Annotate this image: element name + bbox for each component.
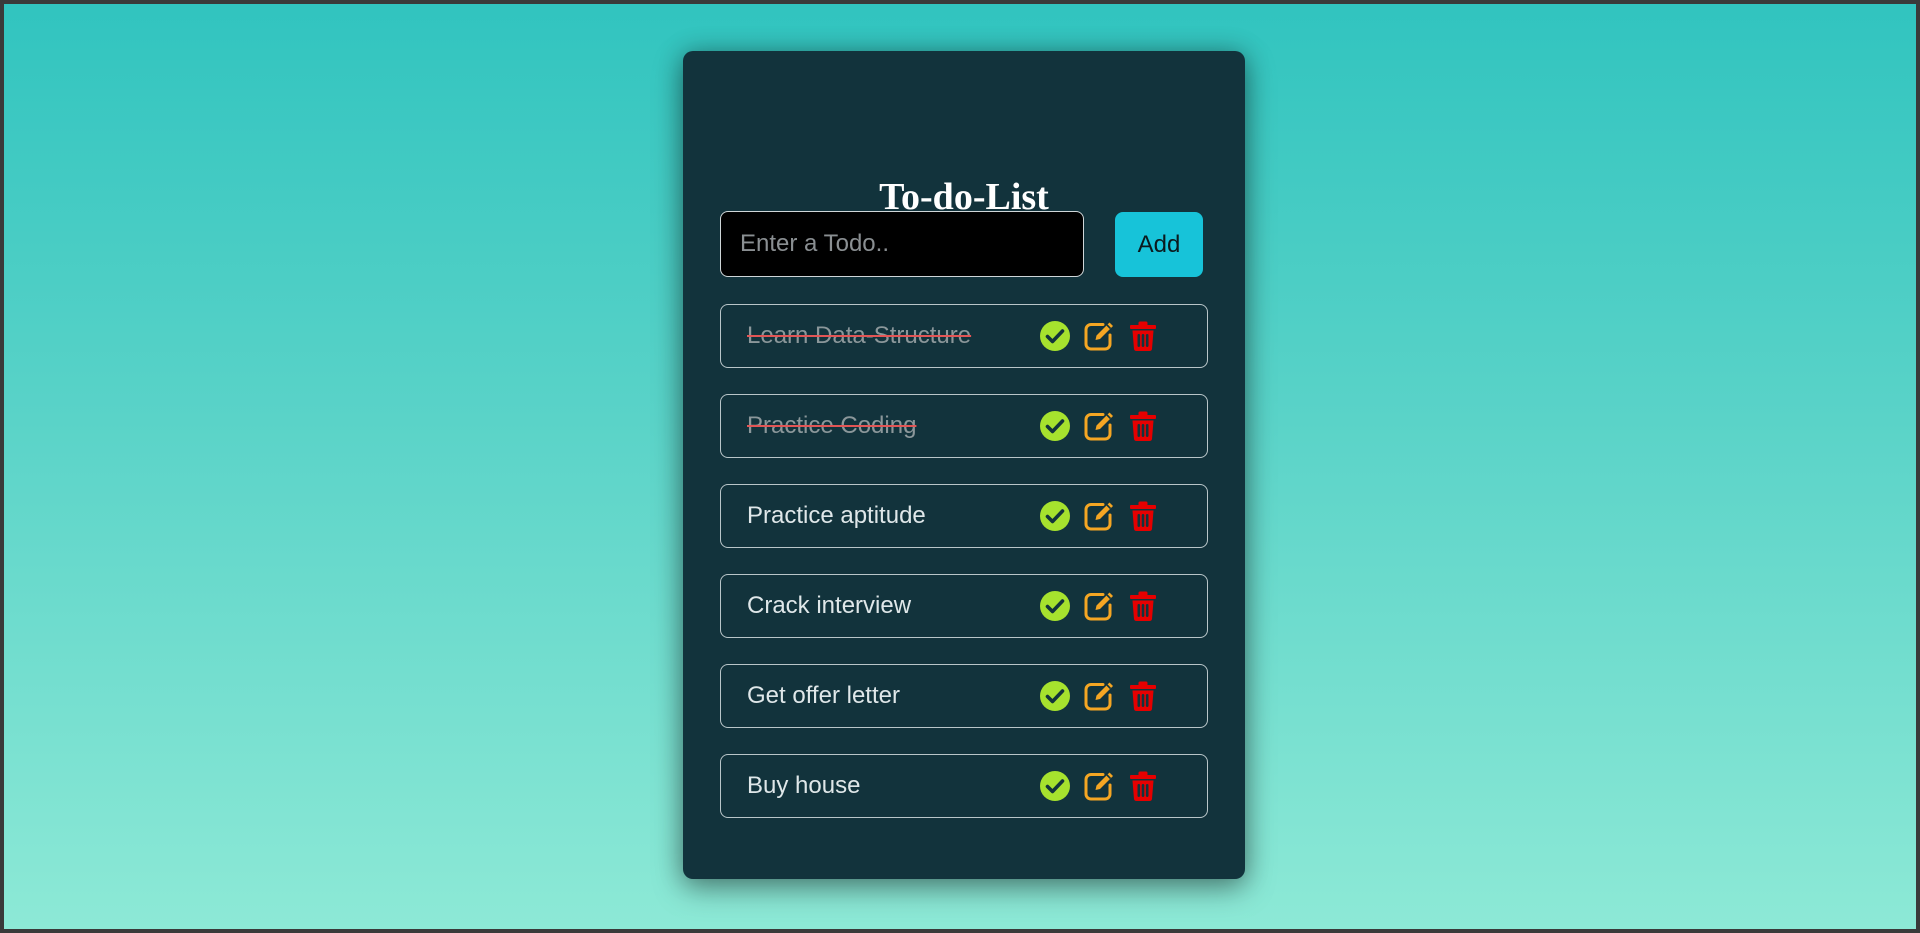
edit-icon[interactable] (1083, 320, 1115, 352)
edit-icon[interactable] (1083, 680, 1115, 712)
todo-text[interactable]: Practice Coding (747, 395, 916, 457)
todo-item: Crack interview (720, 574, 1208, 638)
edit-icon[interactable] (1083, 590, 1115, 622)
trash-icon[interactable] (1127, 680, 1159, 712)
todo-item: Get offer letter (720, 664, 1208, 728)
trash-icon[interactable] (1127, 410, 1159, 442)
edit-icon[interactable] (1083, 500, 1115, 532)
check-circle-icon[interactable] (1039, 320, 1071, 352)
todo-text[interactable]: Crack interview (747, 575, 911, 637)
todo-actions (1039, 590, 1159, 622)
trash-icon[interactable] (1127, 590, 1159, 622)
trash-icon[interactable] (1127, 770, 1159, 802)
todo-actions (1039, 680, 1159, 712)
add-button[interactable]: Add (1115, 212, 1203, 277)
edit-icon[interactable] (1083, 770, 1115, 802)
trash-icon[interactable] (1127, 320, 1159, 352)
todo-text[interactable]: Buy house (747, 755, 860, 817)
page-background: To-do-List Add Learn Data-Structure (0, 0, 1920, 933)
edit-icon[interactable] (1083, 410, 1115, 442)
todo-text[interactable]: Get offer letter (747, 665, 900, 727)
todo-text[interactable]: Learn Data-Structure (747, 305, 971, 367)
todo-item: Buy house (720, 754, 1208, 818)
check-circle-icon[interactable] (1039, 410, 1071, 442)
todo-item: Practice Coding (720, 394, 1208, 458)
todo-list: Learn Data-Structure Practice Coding Pra… (720, 304, 1208, 844)
todo-item: Learn Data-Structure (720, 304, 1208, 368)
check-circle-icon[interactable] (1039, 500, 1071, 532)
todo-text[interactable]: Practice aptitude (747, 485, 926, 547)
check-circle-icon[interactable] (1039, 590, 1071, 622)
todo-item: Practice aptitude (720, 484, 1208, 548)
todo-input[interactable] (720, 211, 1084, 277)
trash-icon[interactable] (1127, 500, 1159, 532)
todo-actions (1039, 320, 1159, 352)
todo-actions (1039, 410, 1159, 442)
check-circle-icon[interactable] (1039, 680, 1071, 712)
check-circle-icon[interactable] (1039, 770, 1071, 802)
todo-card: To-do-List Add Learn Data-Structure (683, 51, 1245, 879)
todo-actions (1039, 500, 1159, 532)
todo-actions (1039, 770, 1159, 802)
